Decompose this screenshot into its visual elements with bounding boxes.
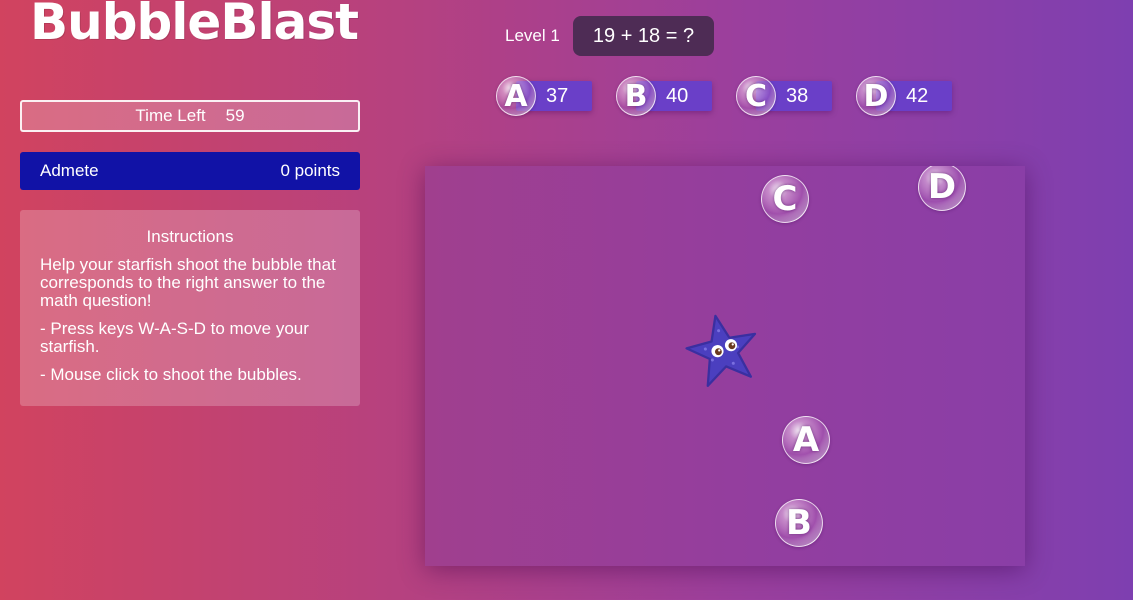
instructions-line: - Mouse click to shoot the bubbles. <box>40 365 302 384</box>
answer-bubble-icon: B <box>616 76 656 116</box>
player-score-bar: Admete 0 points <box>20 152 360 190</box>
answer-bubble-icon: A <box>496 76 536 116</box>
target-bubble-a[interactable]: A <box>782 416 830 464</box>
math-question: 19 + 18 = ? <box>573 16 714 56</box>
time-left-display: Time Left 59 <box>20 100 360 132</box>
player-score: 0 points <box>280 161 340 180</box>
instructions-panel: Instructions Help your starfish shoot th… <box>20 210 360 406</box>
instructions-line: Help your starfish shoot the bubble that… <box>40 255 336 310</box>
instructions-title: Instructions <box>146 227 234 246</box>
target-bubble-b[interactable]: B <box>775 499 823 547</box>
answer-bubble-icon: D <box>856 76 896 116</box>
player-name: Admete <box>40 161 99 180</box>
time-left-label: Time Left <box>135 106 206 125</box>
starfish-icon <box>685 314 757 387</box>
instructions-line: - Press keys W-A-S-D to move your starfi… <box>40 319 309 356</box>
answer-bubble-icon: C <box>736 76 776 116</box>
time-left-value: 59 <box>225 106 245 125</box>
game-logo: BubbleBlast <box>30 0 359 51</box>
game-arena[interactable]: C D A B <box>425 166 1025 566</box>
level-label: Level 1 <box>505 26 560 45</box>
target-bubble-d[interactable]: D <box>918 166 966 211</box>
target-bubble-c[interactable]: C <box>761 175 809 223</box>
